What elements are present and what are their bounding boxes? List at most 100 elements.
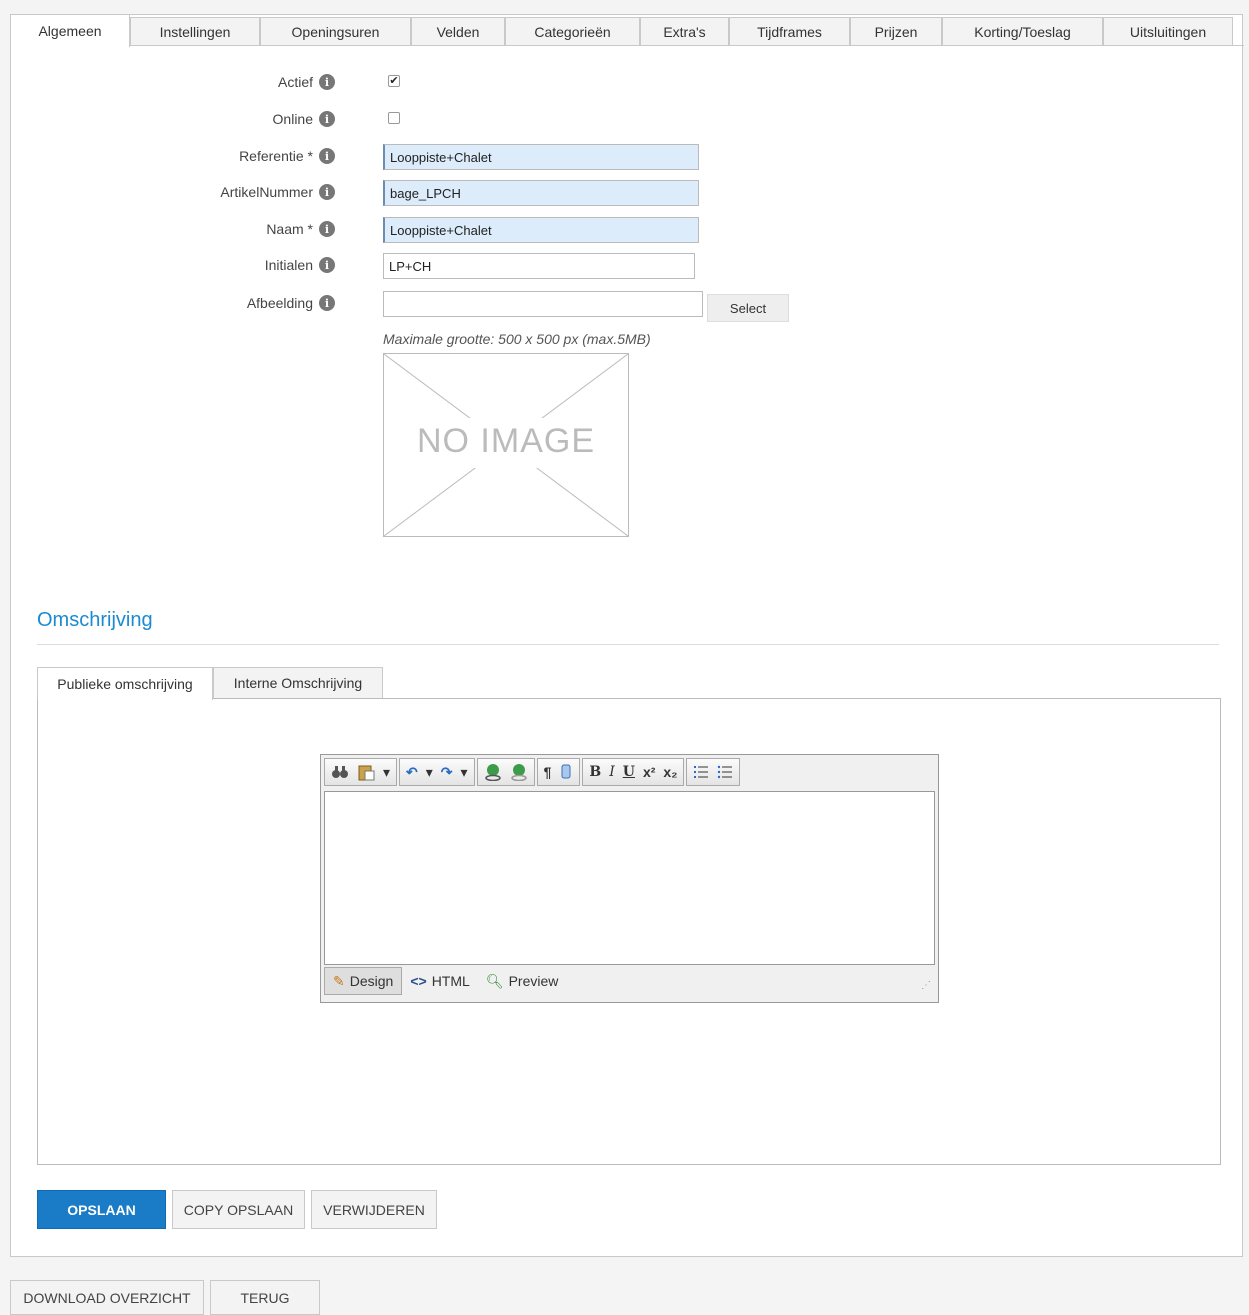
info-icon[interactable]: i [319,111,335,127]
artikelnummer-value: bage_LPCH [390,185,461,201]
download-label: DOWNLOAD OVERZICHT [23,1289,191,1306]
tab-label: Categorieën [534,23,611,40]
download-overview-button[interactable]: DOWNLOAD OVERZICHT [10,1280,204,1315]
tab-label: Tijdframes [757,23,822,40]
ordered-list-icon[interactable] [693,764,709,780]
description-panel: ▾ ↶ ▾ ↷ ▾ ¶ B I U x² x₂ ✎ Design <> HTML… [37,698,1221,1165]
paste-dropdown-icon[interactable]: ▾ [383,764,390,781]
main-panel: Algemeen Instellingen Openingsuren Velde… [10,14,1244,1257]
insert-link-icon[interactable] [484,763,502,781]
form-row-artikelnummer: ArtikelNummer i bage_LPCH [11,180,1244,206]
bold-button[interactable]: B [589,764,601,780]
initialen-label: Initialen [264,257,313,273]
subtab-label: Interne Omschrijving [233,675,363,691]
referentie-label: Referentie * [239,148,313,164]
paste-icon[interactable] [357,763,375,781]
clean-format-icon[interactable] [559,763,573,781]
subtab-label: Publieke omschrijving [57,676,193,692]
naam-label: Naam * [266,221,313,237]
afbeelding-input[interactable] [383,291,703,317]
naam-input[interactable]: Looppiste+Chalet [383,217,699,243]
form-row-afbeelding: Afbeelding i [11,291,1244,317]
tab-interne-omschrijving[interactable]: Interne Omschrijving [213,667,383,699]
info-icon[interactable]: i [319,74,335,90]
info-icon[interactable]: i [319,148,335,164]
tab-label: Openingsuren [291,23,380,40]
resize-grip-icon[interactable]: ⋰ [921,980,931,991]
editor-content-area[interactable] [324,791,935,965]
tab-openingsuren[interactable]: Openingsuren [260,17,411,46]
preview-mode-tab[interactable]: 🔍︎ Preview [478,968,567,994]
info-icon[interactable]: i [319,295,335,311]
toolbar-group-format: ¶ [536,758,581,786]
paragraph-icon[interactable]: ¶ [544,764,552,780]
info-icon[interactable]: i [319,221,335,237]
mode-label: Design [349,973,394,989]
online-checkbox[interactable] [388,112,400,124]
unordered-list-icon[interactable] [717,764,733,780]
underline-button[interactable]: U [623,764,635,780]
section-divider [37,644,1219,645]
artikelnummer-input[interactable]: bage_LPCH [383,180,699,206]
referentie-value: Looppiste+Chalet [390,149,492,165]
tab-tijdframes[interactable]: Tijdframes [729,17,850,46]
toolbar-group-find-paste: ▾ [324,758,398,786]
italic-button[interactable]: I [609,764,615,780]
back-button[interactable]: TERUG [210,1280,320,1315]
subscript-button[interactable]: x₂ [663,764,677,780]
copy-save-button[interactable]: COPY OPSLAAN [172,1190,305,1229]
info-icon[interactable]: i [319,257,335,273]
no-image-placeholder: NO IMAGE [383,353,629,537]
tab-prijzen[interactable]: Prijzen [850,17,942,46]
tab-instellingen[interactable]: Instellingen [130,17,260,46]
tab-uitsluitingen[interactable]: Uitsluitingen [1103,17,1233,46]
select-image-button[interactable]: Select [707,294,789,322]
tab-bar: Algemeen Instellingen Openingsuren Velde… [11,15,1244,47]
undo-dropdown-icon[interactable]: ▾ [426,764,433,781]
tab-label: Velden [436,23,480,40]
toolbar-group-text-style: B I U x² x₂ [582,758,685,786]
save-label: OPSLAAN [67,1201,136,1218]
magnifier-icon: 🔍︎ [485,972,504,989]
undo-icon[interactable]: ↶ [406,764,418,781]
artikelnummer-label: ArtikelNummer [220,184,313,200]
tab-categorieen[interactable]: Categorieën [505,17,640,46]
remove-link-icon[interactable] [510,763,528,781]
initialen-value: LP+CH [389,258,432,274]
save-button[interactable]: OPSLAAN [37,1190,166,1229]
superscript-button[interactable]: x² [643,764,655,780]
actief-checkbox[interactable]: ✔ [388,75,400,87]
tab-label: Korting/Toeslag [974,23,1071,40]
form-row-initialen: Initialen i LP+CH [11,253,1244,279]
html-mode-tab[interactable]: <> HTML [402,968,477,994]
tab-velden[interactable]: Velden [411,17,505,46]
tab-label: Algemeen [38,23,102,39]
tab-korting-toeslag[interactable]: Korting/Toeslag [942,17,1103,46]
toolbar-group-undo-redo: ↶ ▾ ↷ ▾ [399,758,475,786]
info-icon[interactable]: i [319,184,335,200]
actief-label: Actief [277,74,313,90]
afbeelding-label: Afbeelding [246,295,313,311]
naam-value: Looppiste+Chalet [390,222,492,238]
tab-algemeen[interactable]: Algemeen [11,15,130,47]
tab-label: Prijzen [874,23,918,40]
redo-icon[interactable]: ↷ [441,764,453,781]
initialen-input[interactable]: LP+CH [383,253,695,279]
form-row-referentie: Referentie * i Looppiste+Chalet [11,144,1244,170]
redo-dropdown-icon[interactable]: ▾ [461,764,468,781]
form-row-online: Online i [11,107,1244,133]
editor-mode-bar: ✎ Design <> HTML 🔍︎ Preview ⋰ [324,967,935,995]
tab-publieke-omschrijving[interactable]: Publieke omschrijving [37,667,213,700]
copy-save-label: COPY OPSLAAN [183,1201,294,1218]
find-icon[interactable] [331,764,349,780]
code-icon: <> [410,973,427,989]
toolbar-group-links [476,758,535,786]
form-row-actief: Actief i ✔ [11,70,1244,96]
select-label: Select [729,300,767,316]
omschrijving-title: Omschrijving [37,609,153,631]
mode-label: Preview [508,973,559,989]
design-mode-tab[interactable]: ✎ Design [324,967,403,995]
tab-extras[interactable]: Extra's [640,17,729,46]
referentie-input[interactable]: Looppiste+Chalet [383,144,699,170]
delete-button[interactable]: VERWIJDEREN [311,1190,437,1229]
